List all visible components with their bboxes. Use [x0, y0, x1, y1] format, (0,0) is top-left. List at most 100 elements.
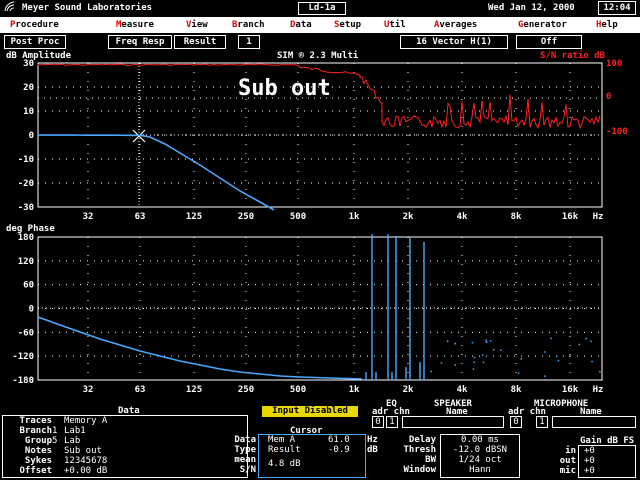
- data-row-offset[interactable]: Offset +0.00 dB: [4, 466, 107, 476]
- phase-dot: [454, 364, 456, 366]
- menu-generator[interactable]: Generator: [518, 20, 567, 30]
- ph-xtick: 16k: [562, 385, 579, 395]
- cursor-type-name: Result: [268, 445, 301, 455]
- amp-xtick: 500: [290, 212, 306, 222]
- gain-values: +0 +0 +0: [584, 446, 595, 476]
- phase-dot: [473, 361, 475, 364]
- settings-values: 0.00 ms -12.0 dBSN 1/24 oct Hann: [444, 435, 516, 475]
- freq-resp-button[interactable]: Freq Resp: [108, 35, 172, 49]
- amp-xtick: 250: [238, 212, 254, 222]
- menu-util[interactable]: Util: [384, 20, 406, 30]
- phase-dot: [500, 349, 502, 351]
- bw-value: 1/24 oct: [458, 455, 502, 465]
- phase-plot[interactable]: deg Phase 180120600-60-120-18032 63 125 250…: [0, 222, 640, 400]
- title-bar: Meyer Sound Laboratories Ld-1a Wed Jan 1…: [0, 0, 640, 18]
- result-button[interactable]: Result: [174, 35, 226, 49]
- amp-ytick: 10: [23, 107, 34, 117]
- phase-dot: [485, 339, 487, 341]
- off-button[interactable]: Off: [516, 35, 582, 49]
- amp-ytick: -10: [18, 155, 34, 165]
- phase-dot: [454, 342, 456, 345]
- menu-help[interactable]: Help: [596, 20, 618, 30]
- gain-mic-value: +0: [584, 466, 595, 476]
- amp-xtick: 8k: [511, 212, 522, 222]
- speaker-name-field[interactable]: [402, 416, 504, 428]
- phase-dot: [591, 360, 593, 363]
- phase-dot: [557, 359, 560, 362]
- sn-ytick: 0: [606, 92, 611, 102]
- data-row-sykes[interactable]: Sykes 12345678: [4, 456, 107, 466]
- menu-view[interactable]: View: [186, 20, 208, 30]
- date-text: Wed Jan 12, 2000: [488, 3, 575, 13]
- ph-xtick: 1k: [349, 385, 360, 395]
- sn-ytick: -100: [606, 127, 628, 137]
- mic-adr-field[interactable]: 0: [510, 416, 522, 428]
- post-proc-button[interactable]: Post Proc: [4, 35, 66, 49]
- input-disabled-badge[interactable]: Input Disabled: [262, 406, 358, 417]
- amp-ytick: -30: [18, 203, 34, 213]
- amp-xtick: Hz: [593, 212, 604, 222]
- amp-xtick: 16k: [562, 212, 579, 222]
- ph-ytick: 60: [23, 281, 34, 291]
- cursor-data-unit: Hz: [367, 435, 378, 445]
- data-row-group[interactable]: Group5 Lab: [4, 436, 107, 446]
- cursor-type-value: -0.9: [328, 445, 350, 455]
- sn-ytick: 100: [606, 59, 622, 69]
- menu-setup[interactable]: Setup: [334, 20, 361, 30]
- ph-xtick: Hz: [593, 385, 604, 395]
- clock-time: 12:04: [603, 3, 631, 13]
- menu-procedure[interactable]: Procedure: [10, 20, 59, 30]
- amplitude-trace: [37, 134, 275, 211]
- thresh-value: -12.0 dBSN: [452, 445, 508, 455]
- amplitude-ylabel: dB Amplitude: [6, 50, 72, 61]
- cursor-data-name: Mem A: [268, 435, 296, 445]
- ph-xtick: 8k: [511, 385, 522, 395]
- clock: 12:04: [598, 1, 636, 15]
- amp-xtick: 2k: [403, 212, 414, 222]
- phase-dot: [473, 356, 476, 359]
- phase-dot: [482, 361, 485, 364]
- file-name-box: Ld-1a: [298, 2, 346, 15]
- menu-bar: Procedure Measure View Branch Data Setup…: [0, 18, 640, 33]
- phase-dot: [489, 340, 492, 342]
- phase-trace: [37, 316, 363, 380]
- ph-xtick: 500: [290, 385, 306, 395]
- menu-branch[interactable]: Branch: [232, 20, 265, 30]
- amp-ytick: -20: [18, 179, 34, 189]
- data-row-notes[interactable]: Notes Sub out: [4, 446, 107, 456]
- phase-dot: [585, 337, 587, 340]
- data-row-traces[interactable]: Traces Memory A: [4, 416, 107, 426]
- mic-name-field[interactable]: [552, 416, 636, 428]
- sub-out-overlay: Sub out: [238, 76, 331, 101]
- phase-dot: [440, 362, 443, 364]
- phase-dot: [590, 340, 592, 343]
- phase-dot: [578, 343, 581, 346]
- menu-averages[interactable]: Averages: [434, 20, 477, 30]
- menu-measure[interactable]: Measure: [116, 20, 154, 30]
- menu-data[interactable]: Data: [290, 20, 312, 30]
- vector-select[interactable]: 16 Vector H(1): [400, 35, 508, 49]
- mic-chn-field[interactable]: 1: [536, 416, 548, 428]
- phase-dot: [446, 340, 449, 342]
- cursor-type-unit: dB: [367, 445, 378, 455]
- result-number-field[interactable]: 1: [238, 35, 260, 49]
- ph-xtick: 250: [238, 385, 254, 395]
- phase-dot: [430, 370, 432, 373]
- app-title: Meyer Sound Laboratories: [22, 3, 153, 13]
- sim-label: SIM ® 2.3 Multi: [277, 50, 359, 61]
- app-logo-icon: [4, 0, 15, 12]
- eq-chn-field[interactable]: 1: [386, 416, 398, 428]
- phase-dot: [544, 351, 546, 353]
- phase-dot: [471, 341, 474, 344]
- amp-ytick: 30: [23, 59, 34, 69]
- eq-adr-field[interactable]: 0: [372, 416, 384, 428]
- amp-xtick: 32: [83, 212, 94, 222]
- cursor-sn-value: 4.8 dB: [268, 459, 301, 469]
- phase-dot: [517, 372, 520, 375]
- data-row-branch[interactable]: Branch1 Lab1: [4, 426, 107, 436]
- sn-ratio-label: S/N ratio dB: [540, 50, 606, 61]
- phase-dot: [481, 354, 484, 356]
- ph-ytick: 120: [18, 257, 34, 267]
- amplitude-plot[interactable]: dB Amplitude SIM ® 2.3 Multi S/N ratio d…: [0, 48, 640, 226]
- amp-xtick: 1k: [349, 212, 360, 222]
